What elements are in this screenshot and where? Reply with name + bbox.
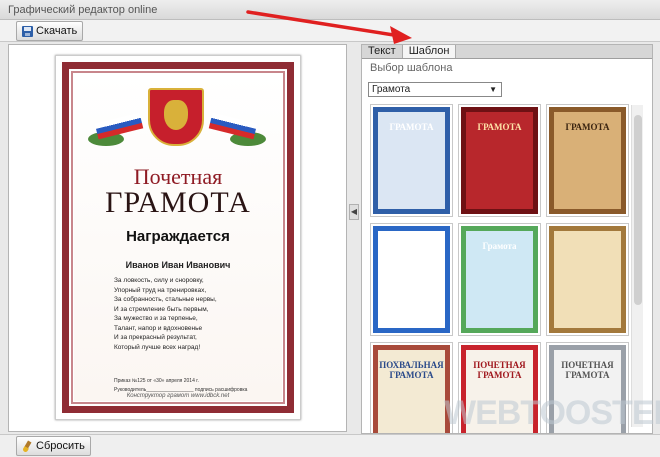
download-button-label: Скачать	[36, 25, 78, 37]
thumbnail-label: ПОЧЕТНАЯ ГРАМОТА	[473, 360, 526, 380]
canvas-panel: Почетная ГРАМОТА Награждается Иванов Ива…	[8, 44, 347, 432]
order-line: Приказ №125 от «30» апреля 2014 г.	[114, 378, 199, 384]
thumbnail-label: Грамота	[482, 241, 517, 251]
bottom-bar	[0, 434, 660, 457]
template-thumbnail[interactable]: ГРАМОТА	[546, 104, 629, 217]
poem-line: И за стремление быть первым,	[114, 305, 209, 313]
template-category-value: Грамота	[372, 84, 411, 95]
thumbnail-label: ГРАМОТА	[477, 122, 522, 132]
template-scrollbar[interactable]	[631, 105, 643, 427]
coat-of-arms-icon	[148, 88, 204, 146]
template-thumbnail[interactable]	[370, 223, 453, 336]
toolbar: Скачать	[0, 20, 660, 42]
window-title: Графический редактор online	[0, 0, 660, 20]
floppy-disk-icon	[22, 25, 33, 37]
certificate-title-line2[interactable]: ГРАМОТА	[74, 186, 282, 220]
certificate-award-text[interactable]: Награждается	[74, 228, 282, 245]
certificate-content: Почетная ГРАМОТА Награждается Иванов Ива…	[74, 74, 282, 401]
brush-icon	[22, 441, 33, 452]
thumbnail-label: ПОЧЕТНАЯ ГРАМОТА	[561, 360, 614, 380]
poem-line: За мужество и за терпенье,	[114, 315, 198, 322]
certificate-preview[interactable]: Почетная ГРАМОТА Награждается Иванов Ива…	[55, 55, 301, 420]
certificate-website: Конструктор грамот www.idbck.net	[126, 393, 230, 399]
poem-line: Упорный труд на тренировках,	[114, 286, 207, 294]
properties-panel: Текст Шаблон Выбор шаблона Грамота ▼ ГРА…	[361, 44, 653, 434]
template-thumbnail[interactable]: Грамота	[458, 223, 541, 336]
thumbnail-label: ГРАМОТА	[565, 122, 610, 132]
poem-line: За собранность, стальные нервы,	[114, 296, 217, 303]
thumbnail-label: ПОХВАЛЬНАЯ ГРАМОТА	[379, 360, 444, 380]
download-button[interactable]: Скачать	[16, 21, 84, 41]
thumbnail-label: ГРАМОТА	[389, 122, 434, 132]
template-thumbnail[interactable]: ГРАМОТА	[370, 104, 453, 217]
certificate-poem[interactable]: За ловкость, силу и сноровку, Упорный тр…	[114, 276, 272, 352]
template-thumbnail[interactable]	[546, 223, 629, 336]
tab-bar: Текст Шаблон	[362, 45, 652, 59]
poem-line: Талант, напор и вдохновенье	[114, 324, 203, 332]
certificate-recipient[interactable]: Иванов Иван Иванович	[74, 260, 282, 270]
poem-line: За ловкость, силу и сноровку,	[114, 277, 204, 284]
collapse-arrow-icon[interactable]: ◀	[349, 204, 359, 220]
template-thumbnail[interactable]: ПОХВАЛЬНАЯ ГРАМОТА	[370, 342, 453, 433]
dropdown-arrow-icon: ▼	[489, 85, 497, 94]
panel-splitter[interactable]: ◀	[348, 44, 360, 432]
tab-template[interactable]: Шаблон	[402, 45, 457, 58]
template-section-title: Выбор шаблона	[370, 62, 453, 74]
poem-line: И за прекрасный результат,	[114, 334, 197, 341]
reset-button[interactable]: Сбросить	[16, 436, 91, 456]
tab-text[interactable]: Текст	[362, 45, 403, 58]
watermark: WEBTOOSTER	[444, 394, 660, 432]
template-category-select[interactable]: Грамота ▼	[368, 82, 502, 97]
template-thumbnail[interactable]: ГРАМОТА	[458, 104, 541, 217]
scrollbar-thumb[interactable]	[634, 115, 642, 305]
reset-button-label: Сбросить	[36, 440, 85, 452]
poem-line: Который лучше всех наград!	[114, 343, 201, 351]
